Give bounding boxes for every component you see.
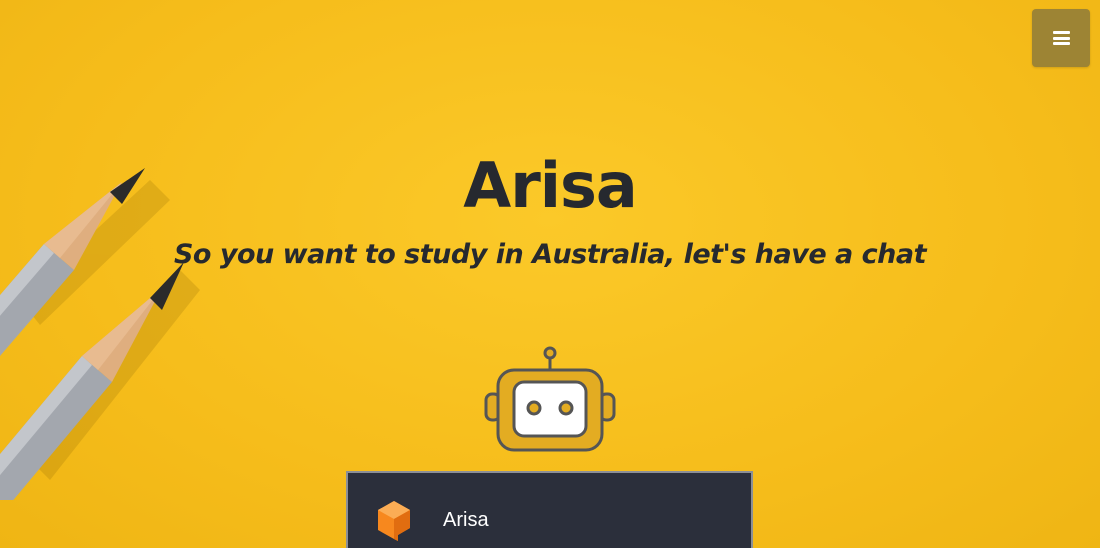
robot-icon [484, 346, 616, 452]
chat-widget[interactable]: Arisa [346, 471, 753, 548]
chat-bot-name: Arisa [443, 508, 489, 531]
page-title: Arisa [463, 149, 638, 222]
chat-header[interactable]: Arisa [376, 499, 489, 541]
page-subtitle: So you want to study in Australia, let's… [173, 239, 927, 270]
dialogflow-icon [378, 501, 410, 541]
menu-button[interactable] [1032, 9, 1090, 67]
hamburger-menu-icon [1052, 31, 1070, 45]
